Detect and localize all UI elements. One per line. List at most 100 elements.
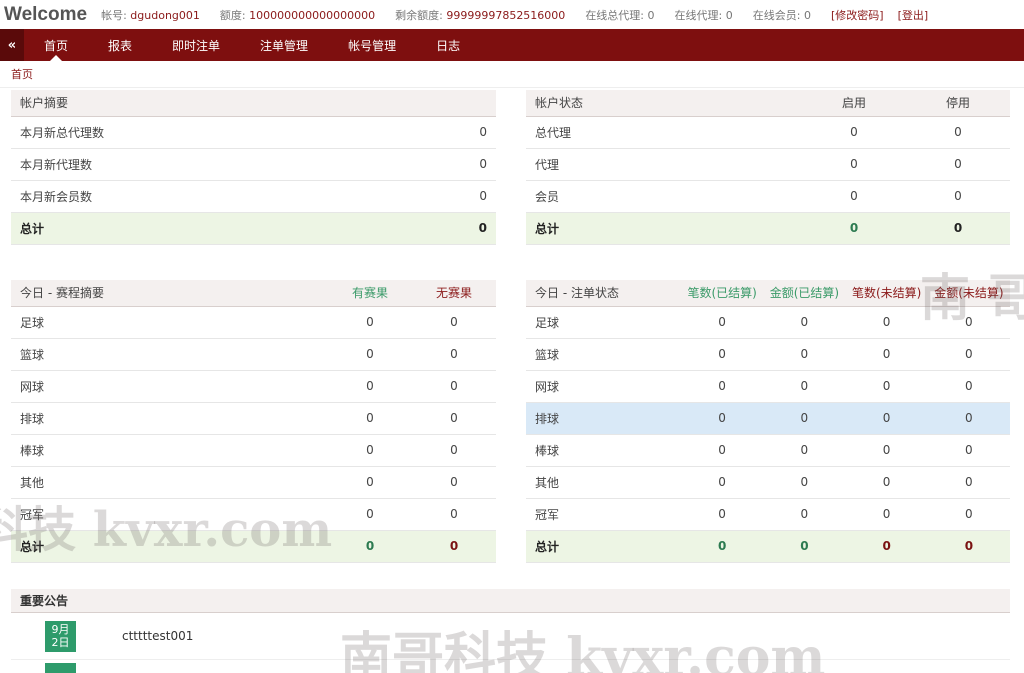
notice-item[interactable]: 9月 2日 ctttttest001 — [11, 613, 1010, 660]
account-status-title: 帐户状态 — [526, 90, 802, 117]
row-label: 排球 — [526, 402, 681, 435]
account-summary-title: 帐户摘要 — [11, 90, 496, 117]
without-value: 0 — [412, 434, 496, 467]
table-row: 足球 0 0 — [11, 306, 496, 339]
count-unsettled: 0 — [845, 466, 928, 499]
logout-link[interactable]: [登出] — [898, 7, 929, 23]
amount-unsettled: 0 — [927, 338, 1010, 371]
count-settled: 0 — [681, 434, 764, 467]
disabled-value: 0 — [906, 180, 1010, 213]
without-value: 0 — [412, 338, 496, 371]
count-unsettled: 0 — [845, 338, 928, 371]
total-label: 总计 — [526, 212, 802, 245]
total-row: 总计 0 0 0 0 — [526, 530, 1010, 563]
row-label: 足球 — [11, 306, 328, 339]
count-settled: 0 — [681, 466, 764, 499]
remaining-value: 99999997852516000 — [446, 8, 566, 22]
table-row: 网球 0 0 — [11, 370, 496, 403]
nav-account-management[interactable]: 帐号管理 — [328, 29, 416, 61]
nav-live-bets[interactable]: 即时注单 — [152, 29, 240, 61]
table-row: 冠军 0 0 0 0 — [526, 498, 1010, 531]
today-bet-title: 今日 - 注单状态 — [526, 280, 681, 307]
table-row: 本月新代理数 0 — [11, 148, 496, 181]
amount-settled: 0 — [763, 370, 846, 403]
notice-item[interactable] — [11, 660, 1010, 673]
with-value: 0 — [328, 306, 412, 339]
table-row: 总代理 0 0 — [526, 116, 1010, 149]
row-label: 会员 — [526, 180, 802, 213]
nav-reports[interactable]: 报表 — [88, 29, 152, 61]
notice-month: 9月 — [51, 622, 70, 636]
online-agent-value: 0 — [725, 8, 733, 22]
total-with: 0 — [328, 530, 412, 563]
amount-settled: 0 — [763, 466, 846, 499]
count-unsettled: 0 — [845, 498, 928, 531]
with-value: 0 — [328, 498, 412, 531]
credit-info: 额度: 100000000000000000 — [220, 7, 375, 23]
total-count-settled: 0 — [681, 530, 764, 563]
col-with-result: 有赛果 — [328, 280, 412, 307]
col-count-settled: 笔数(已结算) — [681, 280, 764, 307]
total-amount-unsettled: 0 — [927, 530, 1010, 563]
table-row: 棒球 0 0 0 0 — [526, 434, 1010, 467]
online-agent-label: 在线代理: — [674, 8, 723, 22]
table-row: 冠军 0 0 — [11, 498, 496, 531]
credit-label: 额度: — [219, 8, 246, 22]
col-amount-unsettled: 金额(未结算) — [927, 280, 1010, 307]
main-nav: « 首页 报表 即时注单 注单管理 帐号管理 日志 — [0, 29, 1024, 61]
count-unsettled: 0 — [845, 370, 928, 403]
total-label: 总计 — [526, 530, 681, 563]
row-label: 网球 — [11, 370, 328, 403]
top-info-bar: Welcome 帐号: dgudong001 额度: 1000000000000… — [0, 0, 1024, 29]
row-label: 棒球 — [526, 434, 681, 467]
row-label: 本月新代理数 — [11, 148, 389, 181]
table-row: 代理 0 0 — [526, 148, 1010, 181]
remaining-credit-info: 剩余额度: 99999997852516000 — [395, 7, 565, 23]
with-value: 0 — [328, 338, 412, 371]
row-value: 0 — [388, 116, 496, 149]
table-row: 排球 0 0 0 0 — [526, 402, 1010, 435]
amount-unsettled: 0 — [927, 370, 1010, 403]
change-password-link[interactable]: [修改密码] — [831, 7, 884, 23]
row-label: 篮球 — [11, 338, 328, 371]
table-row: 棒球 0 0 — [11, 434, 496, 467]
table-row: 篮球 0 0 0 0 — [526, 338, 1010, 371]
amount-settled: 0 — [763, 338, 846, 371]
count-settled: 0 — [681, 402, 764, 435]
notice-item-title[interactable]: ctttttest001 — [122, 629, 193, 643]
today-bet-status-table: 今日 - 注单状态 笔数(已结算) 金额(已结算) 笔数(未结算) 金额(未结算… — [526, 280, 1010, 563]
online-member-value: 0 — [803, 8, 811, 22]
amount-unsettled: 0 — [927, 466, 1010, 499]
total-row: 总计 0 0 — [11, 530, 496, 563]
table-row: 其他 0 0 0 0 — [526, 466, 1010, 499]
breadcrumb[interactable]: 首页 — [0, 61, 1024, 88]
collapse-sidebar-button[interactable]: « — [0, 29, 24, 61]
table-row: 足球 0 0 0 0 — [526, 306, 1010, 339]
col-amount-settled: 金额(已结算) — [763, 280, 846, 307]
row-label: 总代理 — [526, 116, 802, 149]
online-master-label: 在线总代理: — [585, 8, 645, 22]
amount-settled: 0 — [763, 402, 846, 435]
online-master-value: 0 — [647, 8, 655, 22]
total-row: 总计 0 0 — [526, 212, 1010, 245]
account-status-table: 帐户状态 启用 停用 总代理 0 0 代理 0 0 会员 0 0 总计 0 0 — [526, 90, 1010, 245]
total-disabled: 0 — [906, 212, 1010, 245]
amount-settled: 0 — [763, 498, 846, 531]
count-unsettled: 0 — [845, 402, 928, 435]
today-match-title: 今日 - 赛程摘要 — [11, 280, 328, 307]
nav-logs[interactable]: 日志 — [416, 29, 480, 61]
amount-unsettled: 0 — [927, 402, 1010, 435]
account-summary-table: 帐户摘要 本月新总代理数 0 本月新代理数 0 本月新会员数 0 总计 0 — [11, 90, 496, 245]
row-label: 篮球 — [526, 338, 681, 371]
nav-home[interactable]: 首页 — [24, 29, 89, 61]
nav-bet-management[interactable]: 注单管理 — [240, 29, 328, 61]
table-row: 本月新会员数 0 — [11, 180, 496, 213]
account-value: dgudong001 — [130, 8, 200, 22]
with-value: 0 — [328, 434, 412, 467]
table-row: 网球 0 0 0 0 — [526, 370, 1010, 403]
remaining-label: 剩余额度: — [395, 8, 443, 22]
table-row: 本月新总代理数 0 — [11, 116, 496, 149]
account-label: 帐号: — [101, 8, 127, 22]
col-enabled: 启用 — [802, 90, 906, 117]
notice-title: 重要公告 — [11, 589, 1010, 613]
